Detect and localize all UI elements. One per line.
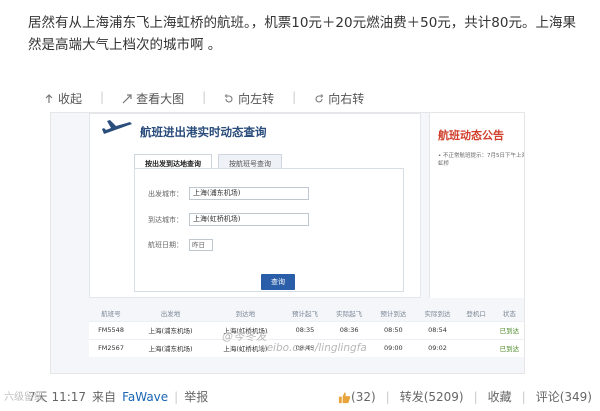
- col-sched-dep: 预计起飞: [291, 309, 318, 318]
- date-label: 航班日期：: [148, 241, 183, 249]
- notice-title: 航班动态公告: [438, 129, 504, 142]
- table-row: FM5548 上海(浦东机场) 上海(虹桥机场) 08:35 08:36 08:…: [89, 320, 524, 339]
- arrive-label: 到达城市：: [148, 215, 183, 224]
- arrow-up-icon: [45, 93, 53, 103]
- cell-gate: [459, 338, 493, 357]
- query-form: 出发城市： 上海(浦东机场) 到达城市： 上海(虹桥机场) 航班日期： 昨日 查…: [134, 168, 404, 292]
- source-link[interactable]: FaWave: [122, 390, 168, 404]
- image-watermark-site: weibo.com/linglingfa: [258, 342, 367, 354]
- cell-origin: 上海(浦东机场): [133, 338, 208, 357]
- arrive-city-input[interactable]: 上海(虹桥机场): [189, 213, 309, 226]
- report-link[interactable]: 举报: [184, 388, 208, 405]
- zoom-icon: [122, 93, 132, 103]
- post-footer: 7天 11:17 来自 FaWave | 举报 (32) | 转发(5209) |…: [0, 384, 600, 411]
- query-button[interactable]: 查询: [261, 274, 295, 290]
- cell-status: 已到达: [492, 338, 524, 357]
- like-count: (32): [351, 389, 376, 404]
- cell-gate: [459, 320, 493, 339]
- plane-icon: [102, 120, 132, 134]
- flight-query-panel: 航班进出港实时动态查询 按出发到达地查询 按航班号查询 出发城市： 上海(浦东机…: [89, 113, 421, 298]
- rotate-right-button[interactable]: 向右转: [314, 90, 364, 107]
- toolbar-divider: |: [202, 90, 207, 104]
- comment-button[interactable]: 评论(349): [536, 388, 592, 405]
- action-divider: |: [473, 389, 478, 404]
- depart-label: 出发城市：: [148, 189, 183, 198]
- favorite-button[interactable]: 收藏: [488, 388, 512, 405]
- cell-sched-arr: 08:50: [371, 320, 416, 339]
- rotate-left-label: 向左转: [238, 92, 275, 106]
- collapse-button[interactable]: 收起: [44, 90, 82, 107]
- action-divider: |: [385, 389, 390, 404]
- panel-title: 航班进出港实时动态查询: [140, 125, 267, 139]
- corner-watermark: 六级留级: [4, 392, 44, 403]
- toolbar-divider: |: [292, 90, 297, 104]
- thumbs-up-icon: [338, 391, 351, 403]
- date-select[interactable]: 昨日: [189, 239, 213, 251]
- rotate-right-icon: [315, 93, 324, 103]
- collapse-label: 收起: [58, 92, 83, 106]
- notice-panel: 航班动态公告 • 不正常航班提示：7月5日下午上海虹桥: [429, 113, 525, 298]
- post-actions: (32) | 转发(5209) | 收藏 | 评论(349): [338, 388, 592, 405]
- meta-divider: |: [174, 389, 179, 404]
- arrive-row: 到达城市： 上海(虹桥机场): [145, 213, 309, 226]
- cell-sched-arr: 09:00: [371, 338, 416, 357]
- cell-actual-arr: 08:54: [415, 320, 460, 339]
- cell-actual-dep: 08:36: [327, 320, 372, 339]
- cell-sched-dep: 08:35: [282, 320, 328, 339]
- col-gate: 登机口: [466, 309, 486, 318]
- image-toolbar: 收起 | 查看大图 | 向左转 | 向右转: [44, 90, 364, 107]
- toolbar-divider: |: [100, 90, 105, 104]
- col-actual-arr: 实际到达: [424, 309, 451, 318]
- date-row: 航班日期： 昨日: [145, 239, 213, 251]
- col-status: 状态: [502, 309, 516, 318]
- rotate-left-button[interactable]: 向左转: [224, 90, 274, 107]
- cell-flight-no[interactable]: FM2567: [89, 338, 134, 357]
- depart-city-input[interactable]: 上海(浦东机场): [189, 187, 309, 200]
- col-flight-no: 航班号: [101, 309, 121, 318]
- cell-flight-no[interactable]: FM5548: [89, 320, 134, 339]
- action-divider: |: [521, 389, 526, 404]
- view-large-button[interactable]: 查看大图: [122, 90, 184, 107]
- rotate-right-label: 向右转: [328, 92, 365, 106]
- like-button[interactable]: (32): [338, 390, 376, 404]
- col-actual-dep: 实际起飞: [336, 309, 363, 318]
- view-large-label: 查看大图: [136, 92, 185, 106]
- cell-origin: 上海(浦东机场): [133, 320, 208, 339]
- post-text: 居然有从上海浦东飞上海虹桥的航班。，机票10元＋20元燃油费＋50元，共计80元…: [28, 15, 576, 53]
- notice-text: • 不正常航班提示：7月5日下午上海虹桥: [438, 153, 525, 167]
- col-sched-arr: 预计到达: [380, 309, 407, 318]
- post-image[interactable]: 航班进出港实时动态查询 按出发到达地查询 按航班号查询 出发城市： 上海(浦东机…: [50, 112, 525, 374]
- post-meta: 7天 11:17 来自 FaWave | 举报: [28, 388, 208, 405]
- rotate-left-icon: [224, 93, 233, 103]
- col-destination: 到达地: [235, 309, 256, 318]
- col-origin: 出发地: [160, 309, 181, 318]
- cell-actual-arr: 09:02: [415, 338, 460, 357]
- repost-button[interactable]: 转发(5209): [400, 388, 464, 405]
- from-label: 来自: [92, 390, 117, 404]
- cell-status: 已到达: [492, 320, 524, 339]
- depart-row: 出发城市： 上海(浦东机场): [145, 187, 309, 200]
- table-header-row: 航班号 出发地 到达地 预计起飞 实际起飞 预计到达 实际到达 登机口 状态: [89, 305, 524, 321]
